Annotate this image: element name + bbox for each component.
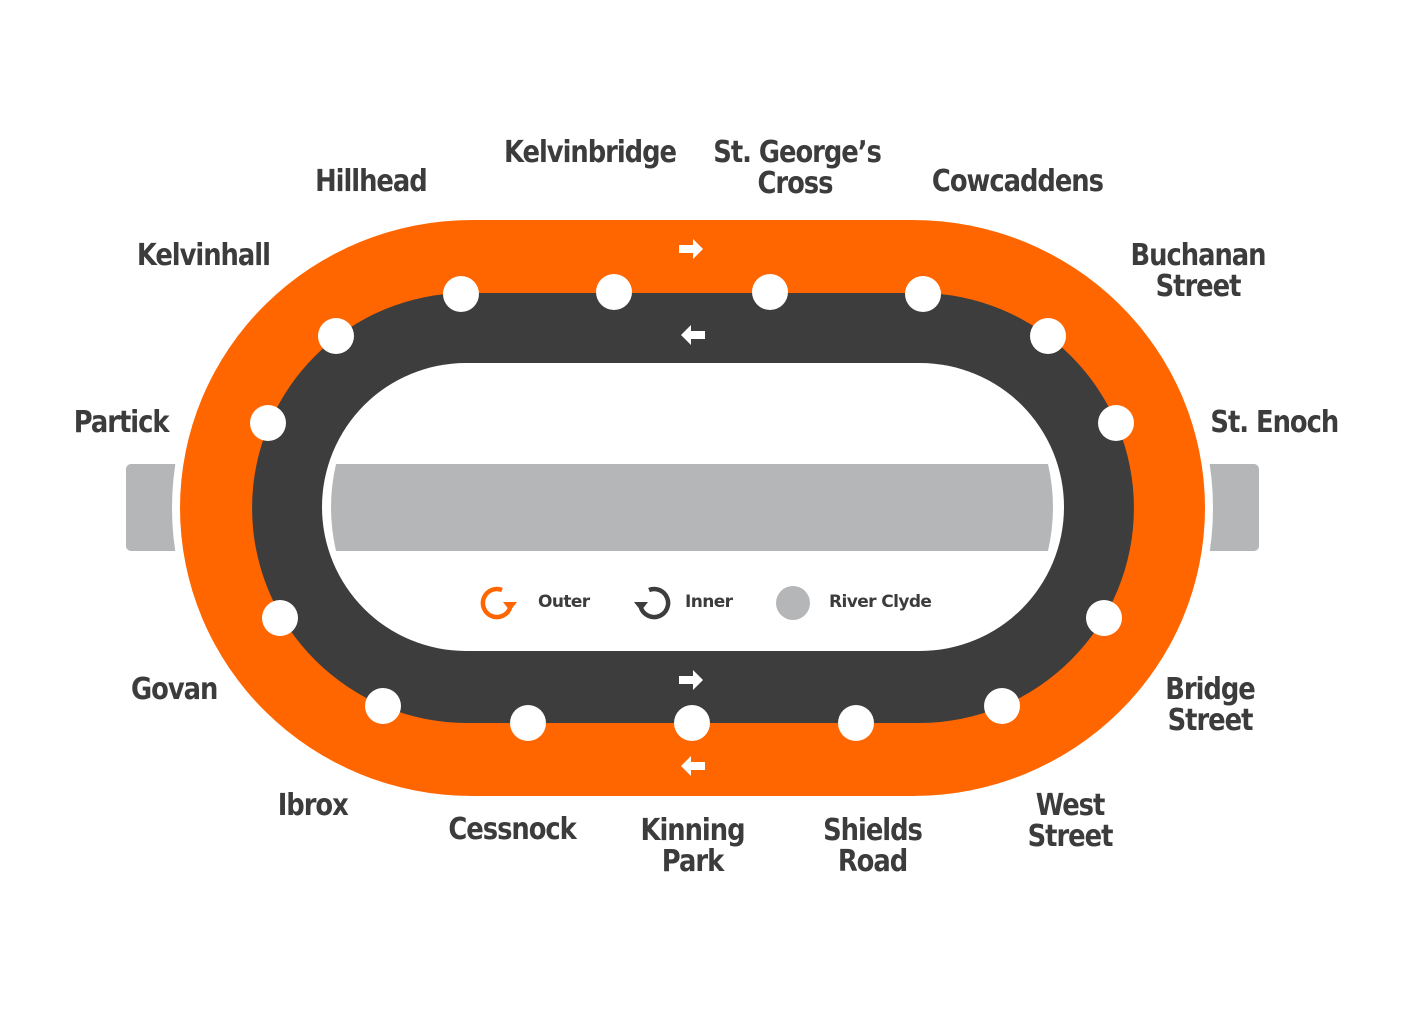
label-st-enoch: St. Enoch [1210,405,1339,440]
station-partick[interactable] [250,405,286,441]
label-buchanan-street: Buchanan Street [1130,238,1267,304]
legend-river-label: River Clyde [829,592,932,612]
label-kinning-park: Kinning Park [640,813,745,879]
label-hillhead: Hillhead [315,164,428,199]
label-partick: Partick [73,405,170,440]
station-hillhead[interactable] [443,276,479,312]
station-bridge-street[interactable] [1086,600,1122,636]
label-govan: Govan [131,672,218,707]
label-bridge-street: Bridge Street [1165,672,1256,738]
river-clyde-center [331,464,1053,551]
station-ibrox[interactable] [365,688,401,724]
river-dot-icon [776,586,810,620]
station-kelvinhall[interactable] [318,318,354,354]
station-shields-road[interactable] [838,705,874,741]
station-buchanan-street[interactable] [1030,318,1066,354]
label-west-street: West Street [1027,788,1114,854]
label-kelvinbridge: Kelvinbridge [504,135,677,170]
station-govan[interactable] [262,600,298,636]
label-kelvinhall: Kelvinhall [136,238,271,273]
station-kinning-park[interactable] [674,705,710,741]
station-st-georges-cross[interactable] [752,274,788,310]
label-ibrox: Ibrox [277,788,349,823]
legend-inner-label: Inner [685,592,733,612]
station-kelvinbridge[interactable] [596,274,632,310]
legend-outer-label: Outer [538,592,590,612]
station-st-enoch[interactable] [1098,405,1134,441]
station-cowcaddens[interactable] [905,276,941,312]
station-west-street[interactable] [984,688,1020,724]
label-cowcaddens: Cowcaddens [931,164,1104,199]
station-cessnock[interactable] [510,705,546,741]
label-st-georges-cross: St. George’s Cross [713,135,882,201]
label-shields-road: Shields Road [823,813,923,879]
label-cessnock: Cessnock [448,812,576,847]
